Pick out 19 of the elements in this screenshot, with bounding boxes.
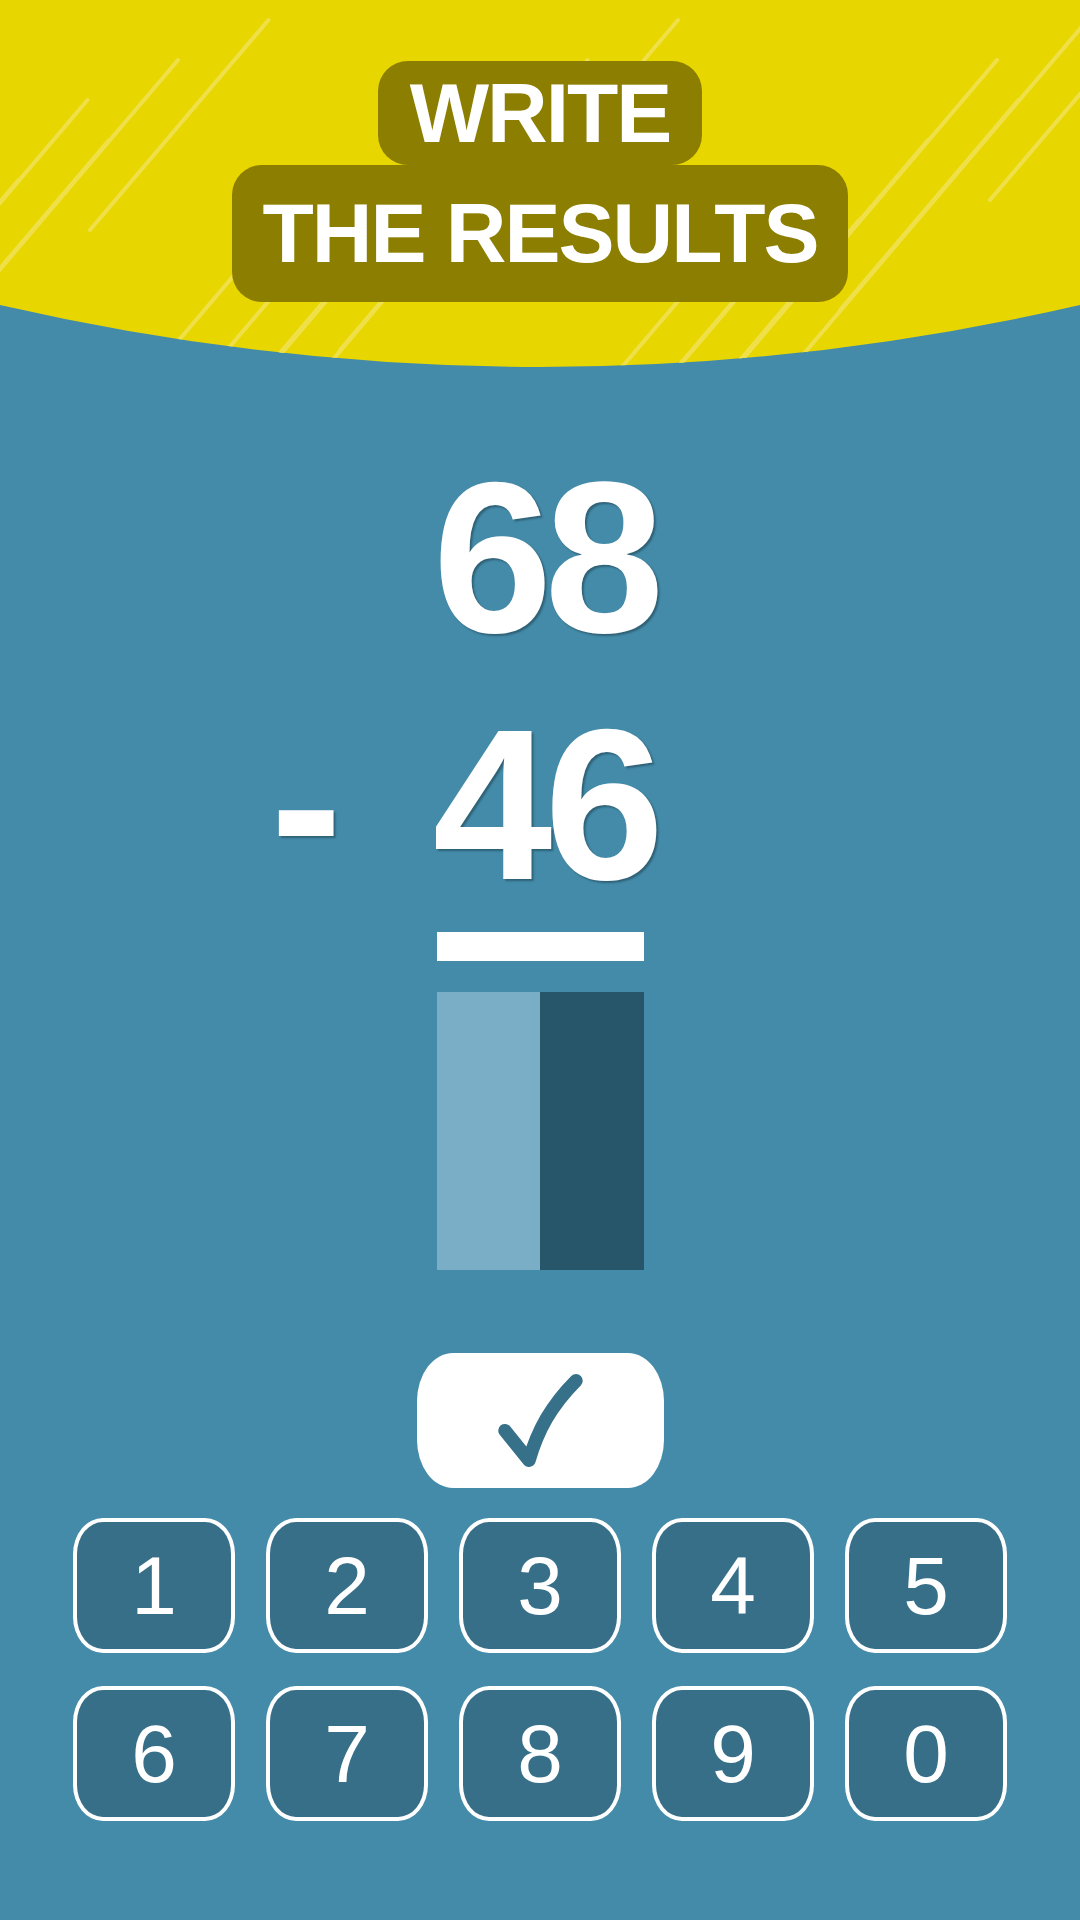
digit-key[interactable]: 4 bbox=[652, 1518, 814, 1653]
answer-box[interactable] bbox=[436, 992, 540, 1270]
digit-key[interactable]: 8 bbox=[459, 1686, 621, 1821]
operand-number: 68 bbox=[432, 450, 658, 665]
answer-box[interactable] bbox=[540, 992, 644, 1270]
title-text: WRITE bbox=[377, 61, 703, 165]
digit-key[interactable]: 3 bbox=[459, 1518, 621, 1653]
digit-key[interactable]: 5 bbox=[845, 1518, 1007, 1653]
digit-key[interactable]: 2 bbox=[266, 1518, 428, 1653]
title-text: THE RESULTS bbox=[232, 165, 848, 302]
digit-key[interactable]: 9 bbox=[652, 1686, 814, 1821]
digit-key[interactable]: 7 bbox=[266, 1686, 428, 1821]
check-button[interactable] bbox=[416, 1353, 664, 1488]
digit-key[interactable]: 0 bbox=[845, 1686, 1007, 1821]
minus-sign: - bbox=[270, 697, 342, 912]
operand-number: 46 bbox=[432, 697, 658, 912]
check-icon bbox=[496, 1372, 584, 1469]
digit-key[interactable]: 6 bbox=[73, 1686, 235, 1821]
digit-key[interactable]: 1 bbox=[73, 1518, 235, 1653]
